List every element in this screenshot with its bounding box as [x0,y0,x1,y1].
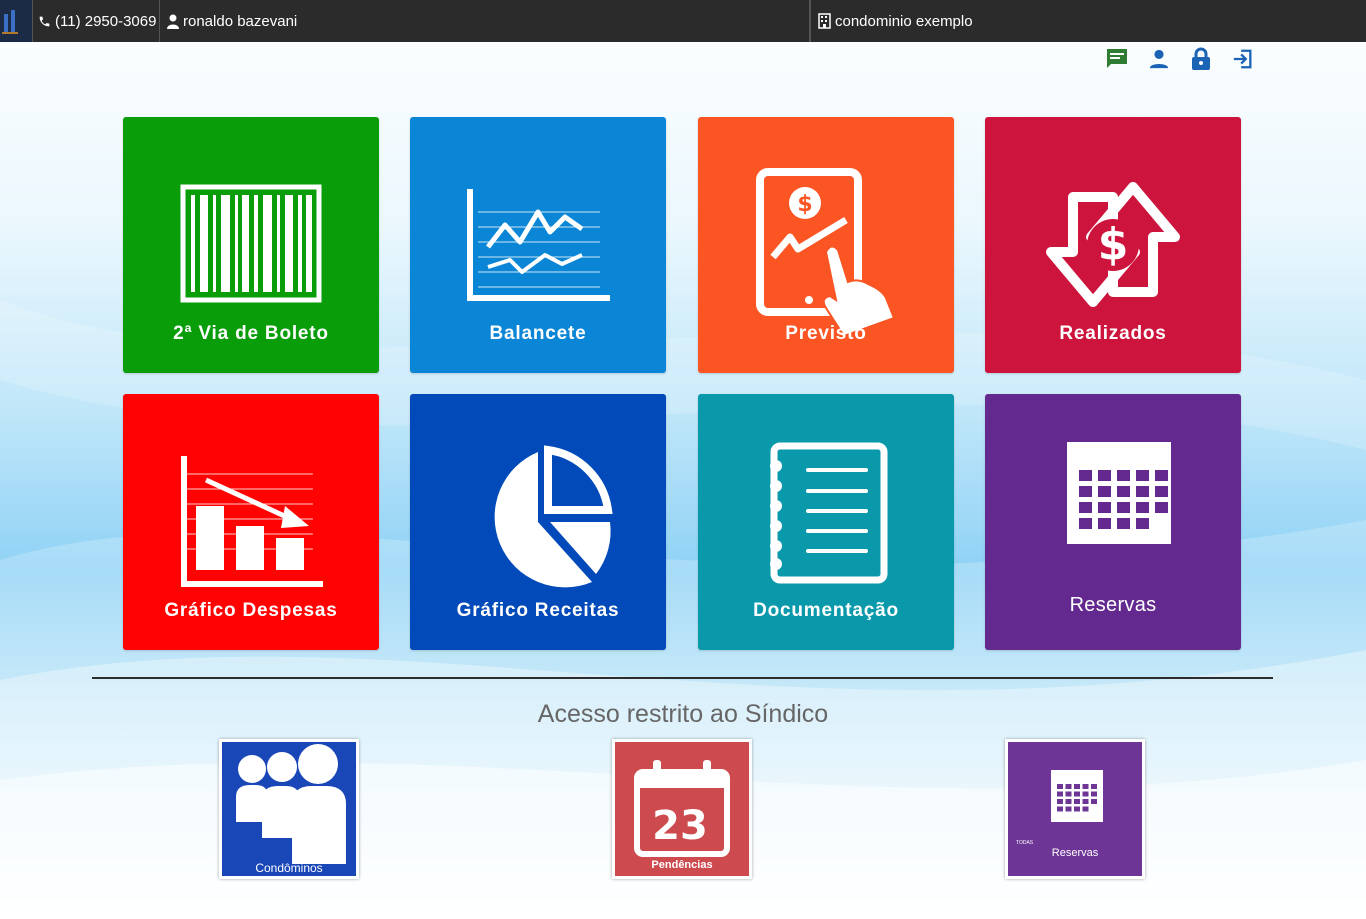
tile-documentacao[interactable]: Documentação [698,394,954,650]
calendar-day-icon: 23 [634,760,730,857]
tile-label: Previsto [785,323,867,344]
svg-text:$: $ [1098,219,1129,270]
lock-icon [1191,47,1210,70]
header-actions [1104,46,1255,71]
condominos-label: Condôminos [255,861,323,875]
user-name: ronaldo bazevani [183,12,298,30]
user-info: ronaldo bazevani [160,0,810,42]
tile-label: Gráfico Despesas [164,600,338,621]
tile-label: Documentação [753,600,899,621]
phone-number: (11) 2950-3069 [55,12,157,30]
profile-button[interactable] [1146,46,1171,71]
phone-info: (11) 2950-3069 [32,0,160,42]
tile-label: Gráfico Receitas [456,600,620,621]
reservas-label: Reservas [1051,847,1099,859]
people-icon [236,744,346,864]
reservas-tag: TODAS [1016,840,1034,846]
pendencias-button[interactable]: 23 Pendências [612,739,752,879]
change-password-button[interactable] [1188,46,1213,71]
phone-icon [38,15,51,28]
top-bar: (11) 2950-3069 ronaldo bazevani condomin… [0,0,1366,42]
section-divider [92,677,1273,679]
messages-icon [1106,48,1127,68]
reservas-admin-button[interactable]: TODAS Reservas [1005,739,1145,879]
svg-text:23: 23 [652,803,708,849]
tile-grafico-despesas[interactable]: Gráfico Despesas [123,394,379,650]
app-logo[interactable] [0,0,33,42]
tile-boleto[interactable]: 2ª Via de Boleto [123,117,379,373]
condominos-button[interactable]: Condôminos [219,739,359,879]
tile-reservas[interactable]: Reservas [985,394,1241,650]
tile-realizados[interactable]: $ Realizados [985,117,1241,373]
tile-label: Balancete [489,323,587,344]
tile-label: 2ª Via de Boleto [173,323,329,344]
svg-text:$: $ [797,192,812,217]
condo-info: condominio exemplo [810,0,1366,42]
logout-icon [1233,49,1251,68]
logout-button[interactable] [1230,46,1255,71]
tile-label: Reservas [1069,594,1157,616]
condo-name: condominio exemplo [835,12,973,30]
pendencias-label: Pendências [651,859,713,871]
user-icon [167,14,179,29]
building-icon [818,13,831,29]
tile-grafico-receitas[interactable]: Gráfico Receitas [410,394,666,650]
tile-balancete[interactable]: Balancete [410,117,666,373]
restricted-section-title: Acesso restrito ao Síndico [537,700,829,728]
tile-previsto[interactable]: $ Previsto [698,117,954,373]
tile-label: Realizados [1059,323,1167,344]
messages-button[interactable] [1104,46,1129,71]
user-icon [1149,49,1168,68]
